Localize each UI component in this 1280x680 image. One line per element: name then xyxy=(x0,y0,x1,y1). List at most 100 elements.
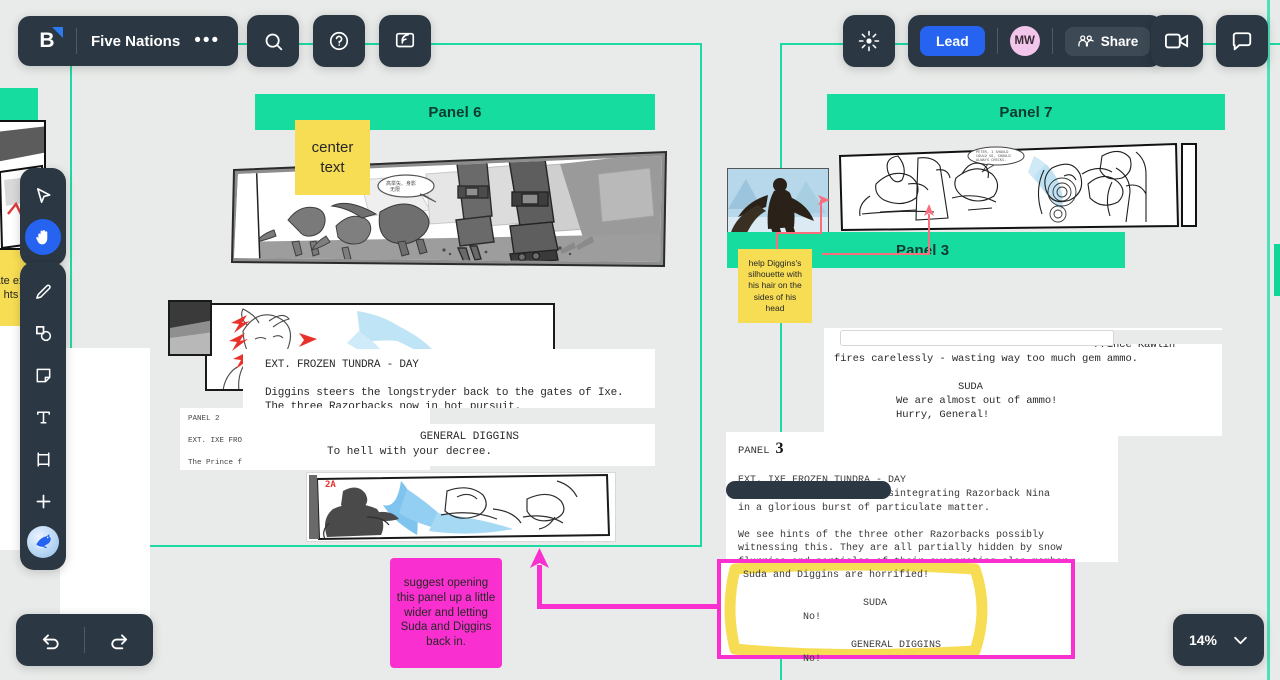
script-right-panel3-redaction xyxy=(726,481,891,499)
tool-hand[interactable] xyxy=(25,219,61,255)
sticky-note-diggins-text: help Diggins's silhouette with his hair … xyxy=(748,258,802,313)
undo-icon xyxy=(42,633,59,649)
shapes-icon xyxy=(35,325,51,341)
script-left-dialog-line: To hell with your decree. xyxy=(327,446,493,458)
frame-icon xyxy=(37,451,49,467)
zoom-control[interactable]: 14% xyxy=(1172,614,1264,666)
video-call-button[interactable] xyxy=(1151,15,1203,67)
sticky-note-open-panel-text: suggest opening this panel up a little w… xyxy=(396,577,496,649)
panel7-strip-art: PETER, I SHOULD COULD SO, SHOULD ALWAYS … xyxy=(838,142,1197,232)
collab-divider-2 xyxy=(1051,28,1053,54)
plus-icon xyxy=(36,494,50,508)
tool-pen[interactable] xyxy=(21,270,65,312)
script-right-highlight-text: Suda and Diggins are horrified! SUDA No!… xyxy=(743,570,942,665)
script-left-dialog-character: GENERAL DIGGINS xyxy=(420,431,520,443)
svg-text:无限: 无限 xyxy=(390,186,400,193)
panel2a-art-svg: 2A xyxy=(307,473,615,541)
people-icon xyxy=(1077,35,1094,47)
pink-connector-h xyxy=(537,604,719,609)
script-right-panel3-heading: PANEL xyxy=(738,445,770,457)
frame-far-right-line xyxy=(1267,0,1270,680)
script-left-top[interactable]: EXT. FROZEN TUNDRA - DAY Diggins steers … xyxy=(243,349,655,408)
tool-shapes[interactable] xyxy=(21,312,65,354)
redo-icon xyxy=(110,633,127,649)
history-bar[interactable] xyxy=(16,614,153,666)
sparkle-icon xyxy=(858,30,880,52)
sticky-note-icon xyxy=(36,368,50,382)
document-menu-button[interactable]: ••• xyxy=(194,31,220,50)
video-camera-icon xyxy=(1165,33,1189,49)
connector-line-h2 xyxy=(776,232,822,234)
svg-text:高举矢、身影: 高举矢、身影 xyxy=(386,180,416,187)
panel2a-art[interactable]: 2A xyxy=(306,472,616,542)
pink-connector-v xyxy=(537,565,542,607)
undo-button[interactable] xyxy=(28,619,72,661)
sticky-note-diggins[interactable]: help Diggins's silhouette with his hair … xyxy=(738,249,812,323)
search-icon xyxy=(265,33,282,50)
lead-button-label: Lead xyxy=(936,33,969,49)
whiteboard-app: ate ext hts Panel 6 xyxy=(0,0,1280,680)
tool-frame[interactable] xyxy=(21,438,65,480)
collaboration-bar[interactable]: Lead MW Share xyxy=(908,15,1163,67)
frame-far-right-block xyxy=(1274,244,1280,296)
panel-header-panel3-label: Panel 3 xyxy=(896,241,950,259)
tool-text[interactable] xyxy=(21,396,65,438)
svg-text:ALWAYS CHECKS.: ALWAYS CHECKS. xyxy=(976,158,1006,162)
lead-button[interactable]: Lead xyxy=(920,26,985,56)
present-icon xyxy=(395,32,415,48)
brand-logo-icon[interactable]: B xyxy=(32,26,63,56)
svg-text:2A: 2A xyxy=(325,480,336,490)
sticky-note-center-text[interactable]: center text xyxy=(295,120,370,195)
chat-bubble-icon xyxy=(1232,31,1252,50)
tool-rail-tools[interactable] xyxy=(20,262,66,570)
chevron-down-icon[interactable] xyxy=(1233,636,1248,645)
avatar[interactable]: MW xyxy=(1009,26,1040,56)
tool-apps[interactable] xyxy=(27,526,59,558)
thumbnail-art-left[interactable] xyxy=(168,300,212,356)
script-right-panel3-heading-number: 3 xyxy=(775,440,784,457)
tool-add-more[interactable] xyxy=(21,480,65,522)
script-right-highlight-box[interactable]: Suda and Diggins are horrified! SUDA No!… xyxy=(717,559,1075,665)
tool-rail-navigation[interactable] xyxy=(20,168,66,266)
text-icon xyxy=(36,411,50,423)
magic-button[interactable] xyxy=(843,15,895,67)
connector-line-v1 xyxy=(928,214,930,255)
avatar-initials: MW xyxy=(1014,35,1035,47)
connector-line-h1 xyxy=(822,253,930,255)
document-bar-divider xyxy=(76,28,77,54)
collab-divider-1 xyxy=(996,28,998,54)
hand-icon xyxy=(35,229,47,244)
share-button-label: Share xyxy=(1100,33,1139,49)
clipped-header-left xyxy=(0,88,38,120)
chat-button[interactable] xyxy=(1216,15,1268,67)
connector-arrow-left xyxy=(818,195,830,205)
help-button[interactable] xyxy=(313,15,365,67)
canvas[interactable]: ate ext hts Panel 6 xyxy=(0,0,1280,680)
script-left-dialog[interactable]: GENERAL DIGGINS To hell with your decree… xyxy=(273,424,655,466)
clipped-doc-left xyxy=(60,348,150,618)
sticky-note-open-panel[interactable]: suggest opening this panel up a little w… xyxy=(390,558,502,668)
document-bar[interactable]: B Five Nations ••• xyxy=(18,16,239,66)
document-title: Five Nations xyxy=(91,32,181,50)
script-right-panel3-text: disintegrating Razorback Nina in a glori… xyxy=(738,489,1074,562)
history-bar-divider xyxy=(84,627,85,653)
present-button[interactable] xyxy=(379,15,431,67)
tool-sticky-note[interactable] xyxy=(21,354,65,396)
zoom-level-label: 14% xyxy=(1188,632,1217,648)
panel7-strip[interactable]: PETER, I SHOULD COULD SO, SHOULD ALWAYS … xyxy=(836,140,1198,232)
panel-header-panel7[interactable]: Panel 7 xyxy=(827,94,1225,130)
pink-connector-arrow xyxy=(530,548,549,568)
script-right-top-whitebox xyxy=(840,330,1114,346)
tool-select[interactable] xyxy=(21,174,65,216)
help-icon xyxy=(329,31,349,51)
connector-arrow-up xyxy=(924,204,934,216)
panel-header-panel7-label: Panel 7 xyxy=(999,103,1053,121)
pen-icon xyxy=(35,284,51,299)
bird-icon xyxy=(36,534,51,548)
search-button[interactable] xyxy=(247,15,299,67)
thumbnail-art-left-svg xyxy=(170,302,210,354)
share-button[interactable]: Share xyxy=(1064,26,1151,56)
brand-logo-letter: B xyxy=(39,29,55,52)
redo-button[interactable] xyxy=(97,619,141,661)
diggins-ref[interactable] xyxy=(727,168,829,242)
